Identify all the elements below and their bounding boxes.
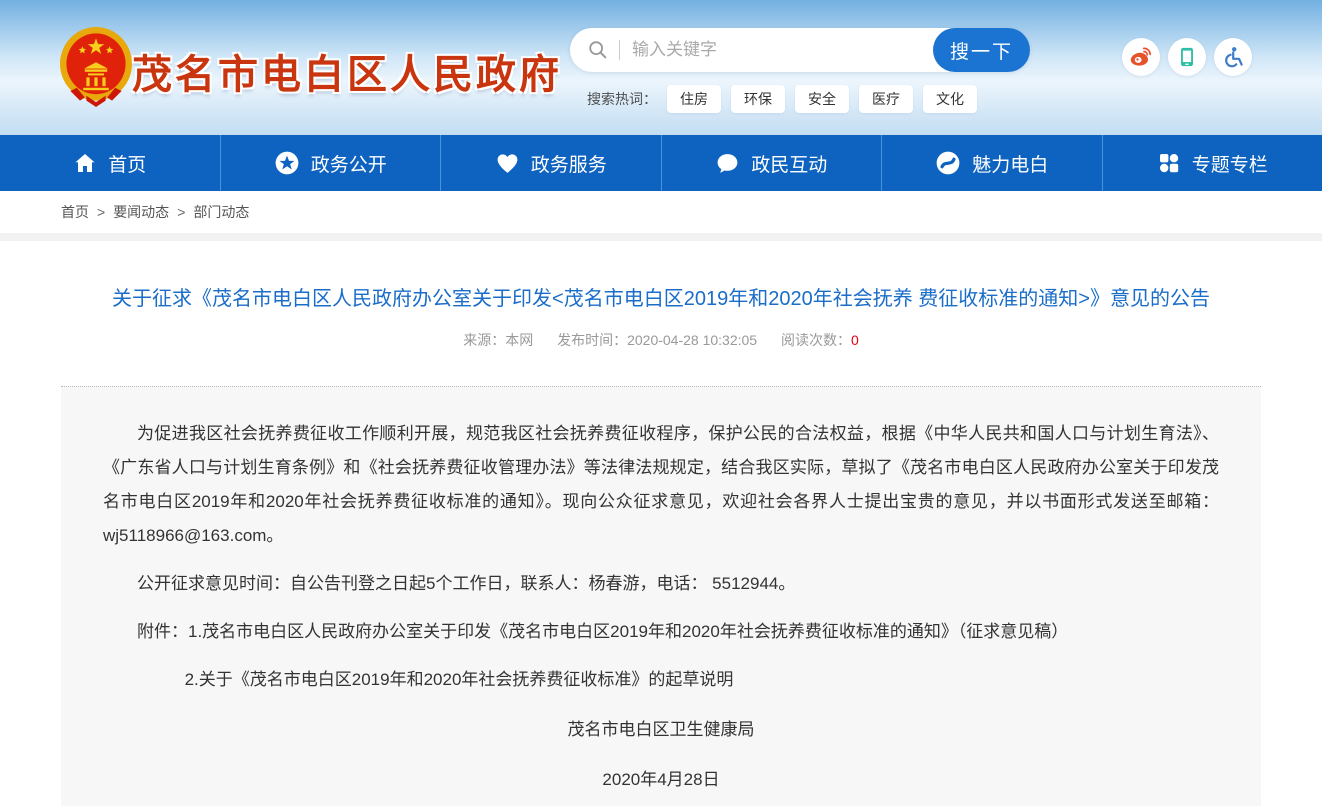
nav-item-charm-dianbai[interactable]: 魅力电白: [882, 135, 1103, 191]
hot-words-row: 搜索热词： 住房 环保 安全 医疗 文化: [570, 85, 1030, 113]
nav-item-interaction[interactable]: 政民互动: [662, 135, 883, 191]
accessibility-icon[interactable]: [1214, 38, 1252, 76]
quick-icons: [1122, 38, 1252, 76]
nav-item-gov-info[interactable]: 政务公开: [221, 135, 442, 191]
article-paragraph: 公开征求意见时间：自公告刊登之日起5个工作日，联系人：杨春游，电话： 55129…: [103, 567, 1219, 601]
nav-item-label: 专题专栏: [1192, 150, 1268, 177]
divider-band: [0, 233, 1322, 241]
article-paragraph-attachment-2: 2.关于《茂名市电白区2019年和2020年社会抚养费征收标准》的起草说明: [103, 663, 1219, 697]
article-body: 为促进我区社会抚养费征收工作顺利开展，规范我区社会抚养费征收程序，保护公民的合法…: [61, 386, 1261, 806]
hot-word-tag[interactable]: 安全: [795, 85, 849, 113]
hot-words-label: 搜索热词：: [587, 89, 657, 109]
search-icon: [587, 39, 609, 61]
nav-item-home[interactable]: 首页: [0, 135, 221, 191]
breadcrumb-department-news[interactable]: 部门动态: [193, 202, 249, 222]
article-paragraph: 为促进我区社会抚养费征收工作顺利开展，规范我区社会抚养费征收程序，保护公民的合法…: [103, 417, 1219, 553]
heart-icon: [495, 151, 520, 176]
nav-item-label: 政务服务: [531, 150, 607, 177]
article-views: 阅读次数：0: [781, 332, 859, 348]
hot-word-tag[interactable]: 医疗: [859, 85, 913, 113]
weibo-icon[interactable]: [1122, 38, 1160, 76]
mobile-icon[interactable]: [1168, 38, 1206, 76]
chat-bubble-icon: [715, 151, 740, 176]
search-button[interactable]: 搜一下: [933, 28, 1030, 72]
nav-item-special-topics[interactable]: 专题专栏: [1103, 135, 1322, 191]
article-signature: 茂名市电白区卫生健康局: [103, 713, 1219, 747]
hot-word-tag[interactable]: 住房: [667, 85, 721, 113]
nav-item-gov-services[interactable]: 政务服务: [441, 135, 662, 191]
article-title: 关于征求《茂名市电白区人民政府办公室关于印发<茂名市电白区2019年和2020年…: [99, 283, 1224, 315]
search-separator: [619, 40, 620, 60]
site-title: 茂名市电白区人民政府: [132, 42, 562, 100]
article-date: 2020年4月28日: [103, 763, 1219, 797]
hot-word-tag[interactable]: 文化: [923, 85, 977, 113]
search-area: 搜一下 搜索热词： 住房 环保 安全 医疗 文化: [570, 28, 1030, 113]
nav-item-label: 首页: [108, 150, 146, 177]
breadcrumb-separator: >: [97, 204, 105, 220]
charm-swoosh-icon: [935, 150, 961, 176]
article-source: 来源：本网: [463, 332, 533, 348]
views-label: 阅读次数：: [781, 332, 851, 348]
search-bar: 搜一下: [570, 28, 1030, 72]
article-meta: 来源：本网 发布时间：2020-04-28 10:32:05 阅读次数：0: [61, 330, 1261, 350]
views-count: 0: [851, 332, 859, 348]
breadcrumb-home[interactable]: 首页: [61, 202, 89, 222]
nav-item-label: 政务公开: [311, 150, 387, 177]
main-nav: 首页 政务公开 政务服务 政民互动 魅力电白 专题专栏: [0, 135, 1322, 191]
breadcrumb-news[interactable]: 要闻动态: [113, 202, 169, 222]
article-container: 关于征求《茂名市电白区人民政府办公室关于印发<茂名市电白区2019年和2020年…: [61, 283, 1261, 806]
nav-item-label: 魅力电白: [972, 150, 1048, 177]
home-icon: [73, 151, 97, 175]
nav-item-label: 政民互动: [751, 150, 827, 177]
breadcrumb-separator: >: [177, 204, 185, 220]
grid-icon: [1157, 151, 1181, 175]
breadcrumb: 首页 > 要闻动态 > 部门动态: [0, 191, 1322, 233]
hot-word-tag[interactable]: 环保: [731, 85, 785, 113]
article-publish-time: 发布时间：2020-04-28 10:32:05: [557, 332, 757, 348]
site-header: 茂名市电白区人民政府 搜一下 搜索热词： 住房 环保 安全 医疗 文化: [0, 0, 1322, 135]
national-emblem-logo: [56, 24, 136, 110]
star-circle-icon: [274, 150, 300, 176]
article-paragraph-attachment-1: 附件：1.茂名市电白区人民政府办公室关于印发《茂名市电白区2019年和2020年…: [103, 615, 1219, 649]
